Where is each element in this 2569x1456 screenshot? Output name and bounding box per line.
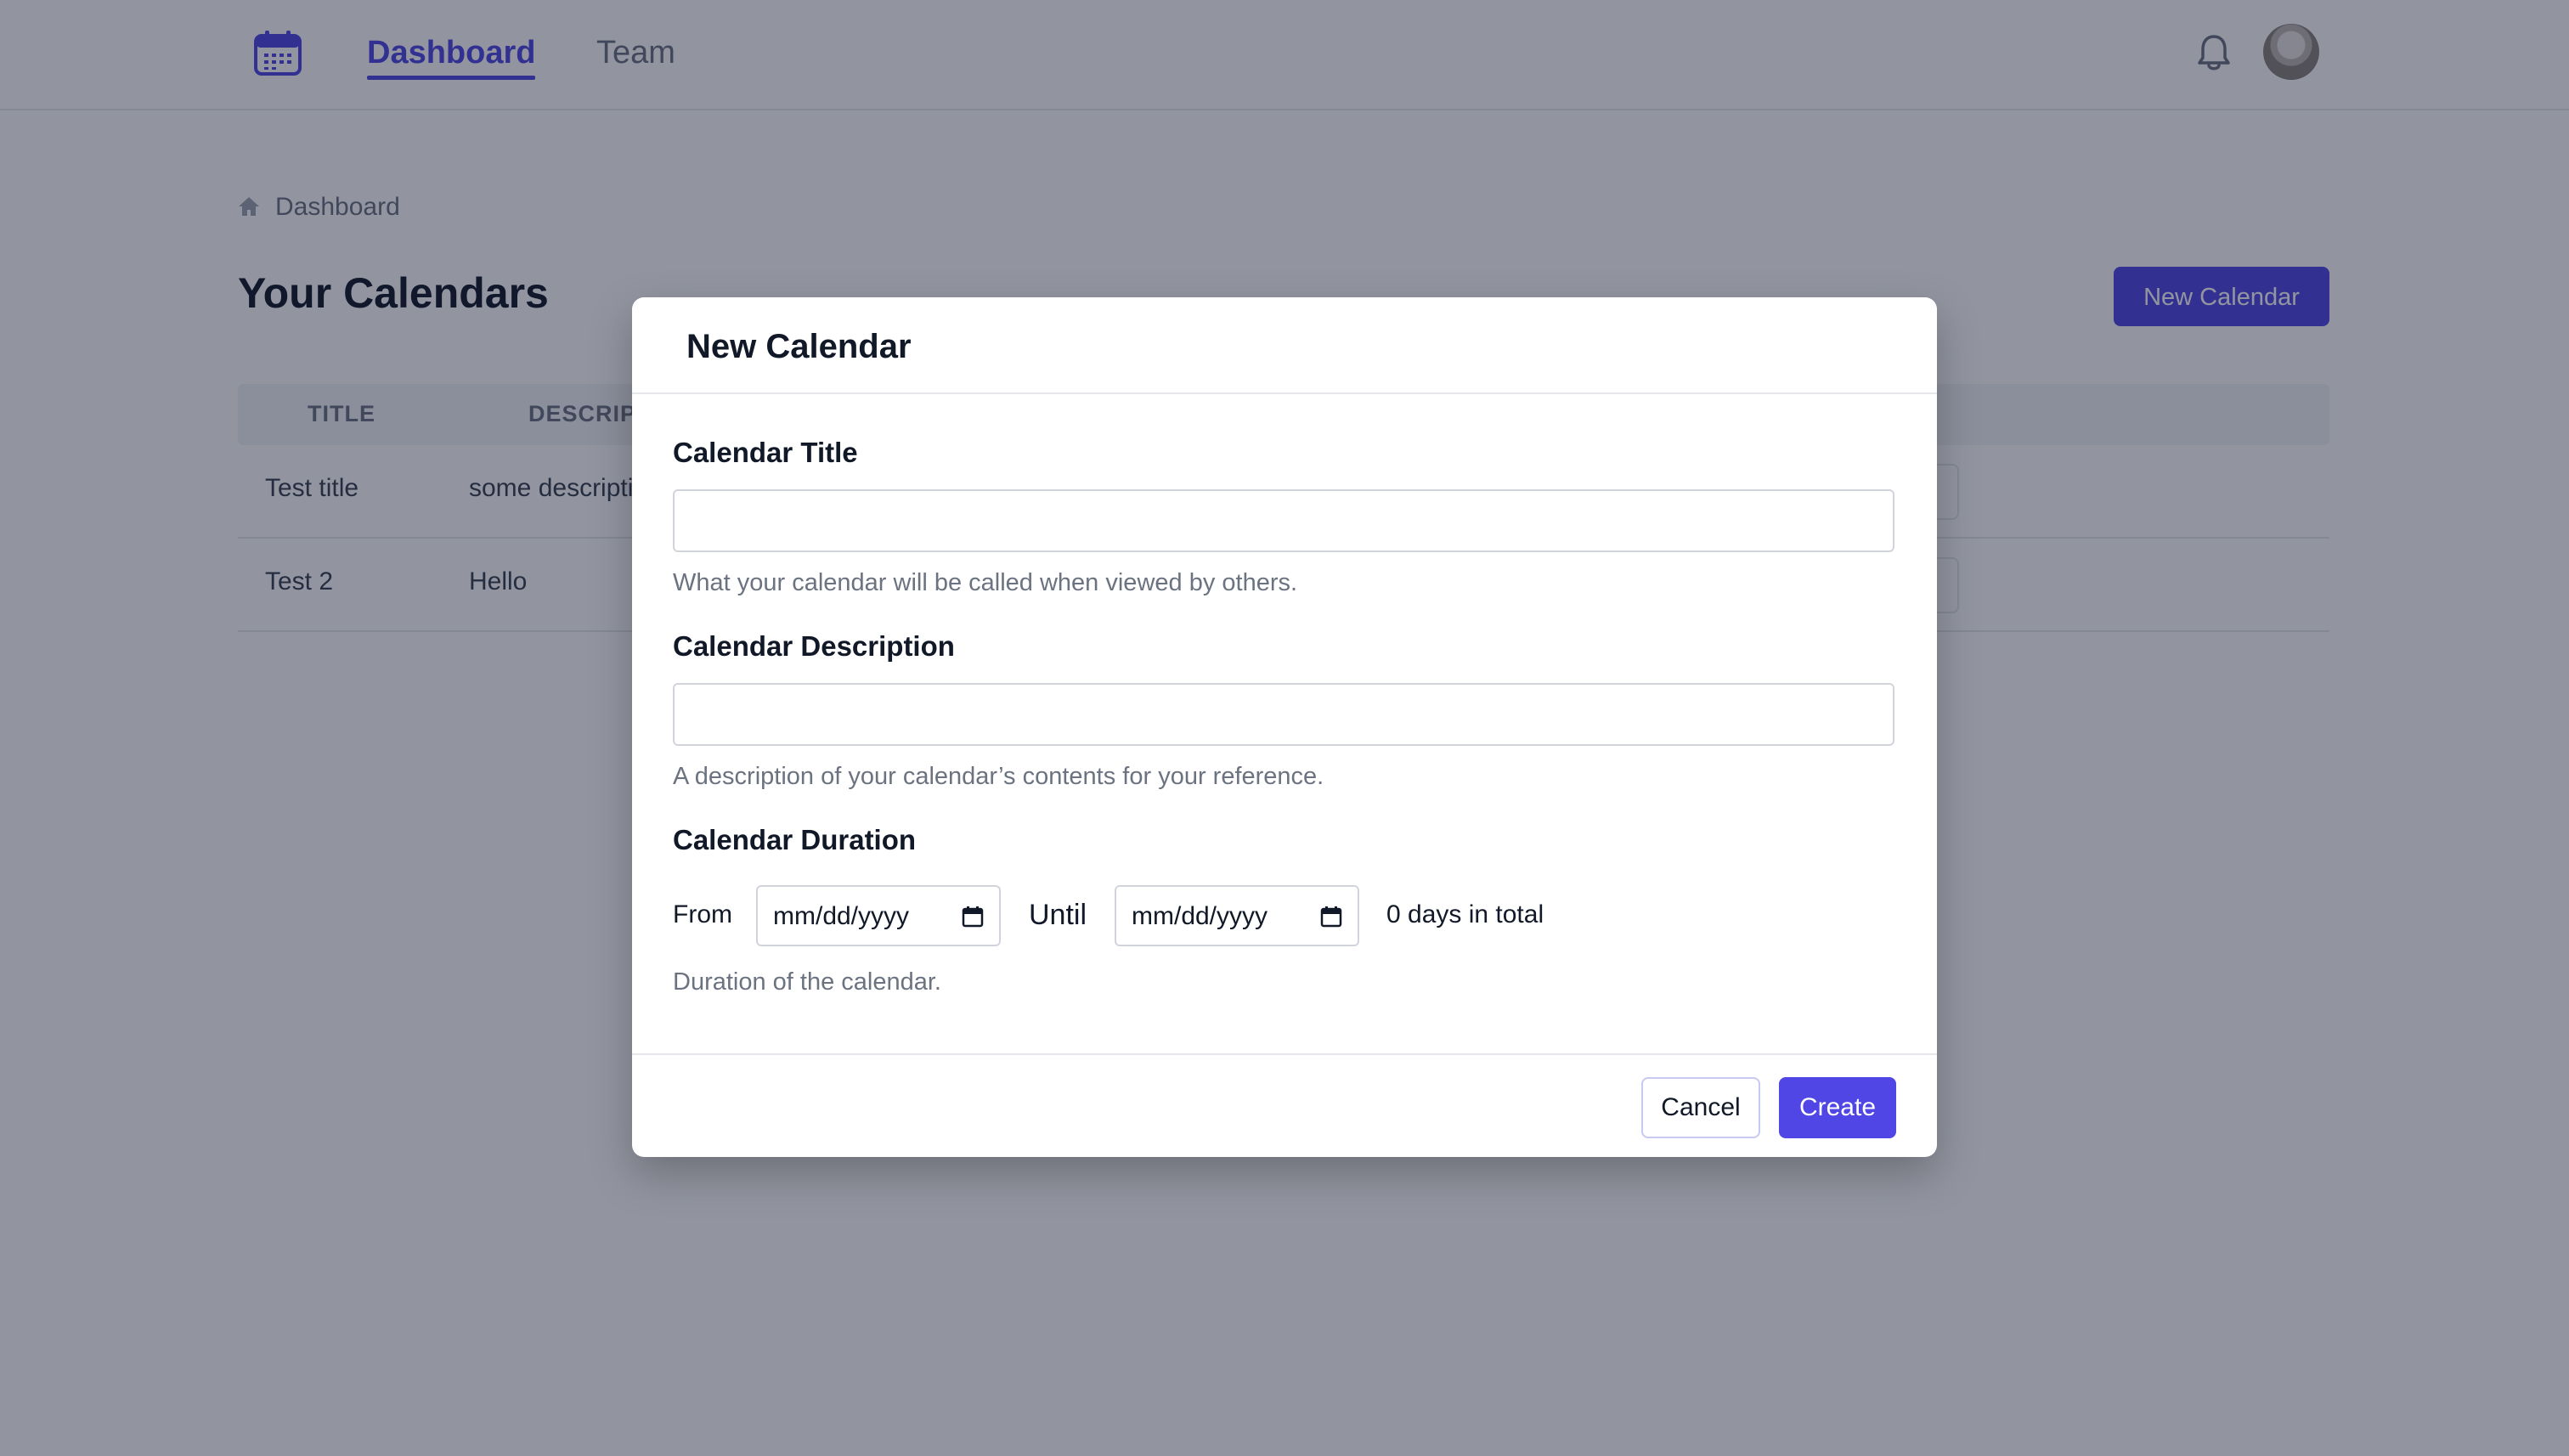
calendar-description-label: Calendar Description [673, 630, 955, 662]
duration-total: 0 days in total [1386, 900, 1544, 928]
calendar-title-label: Calendar Title [673, 437, 858, 468]
from-date-input[interactable]: mm/dd/yyyy [756, 885, 1001, 946]
calendar-description-input[interactable] [673, 683, 1894, 746]
dialog-title: New Calendar [686, 328, 912, 365]
calendar-title-help: What your calendar will be called when v… [673, 569, 1298, 596]
dialog-footer: Cancel Create [632, 1053, 1937, 1157]
until-date-value: mm/dd/yyyy [1132, 902, 1268, 930]
calendar-duration-help: Duration of the calendar. [673, 968, 941, 996]
dialog-header: New Calendar [632, 297, 1937, 394]
from-date-value: mm/dd/yyyy [773, 902, 910, 930]
until-date-input[interactable]: mm/dd/yyyy [1115, 885, 1359, 946]
create-button[interactable]: Create [1779, 1077, 1896, 1138]
until-label: Until [1029, 899, 1087, 931]
calendar-description-help: A description of your calendar’s content… [673, 763, 1324, 790]
calendar-picker-icon[interactable] [1320, 906, 1342, 928]
calendar-duration-label: Calendar Duration [673, 824, 917, 855]
new-calendar-dialog: New Calendar Calendar Title What your ca… [632, 297, 1937, 1157]
calendar-title-input[interactable] [673, 489, 1894, 552]
cancel-button[interactable]: Cancel [1641, 1077, 1760, 1138]
calendar-picker-icon[interactable] [962, 906, 984, 928]
from-label: From [673, 900, 732, 928]
